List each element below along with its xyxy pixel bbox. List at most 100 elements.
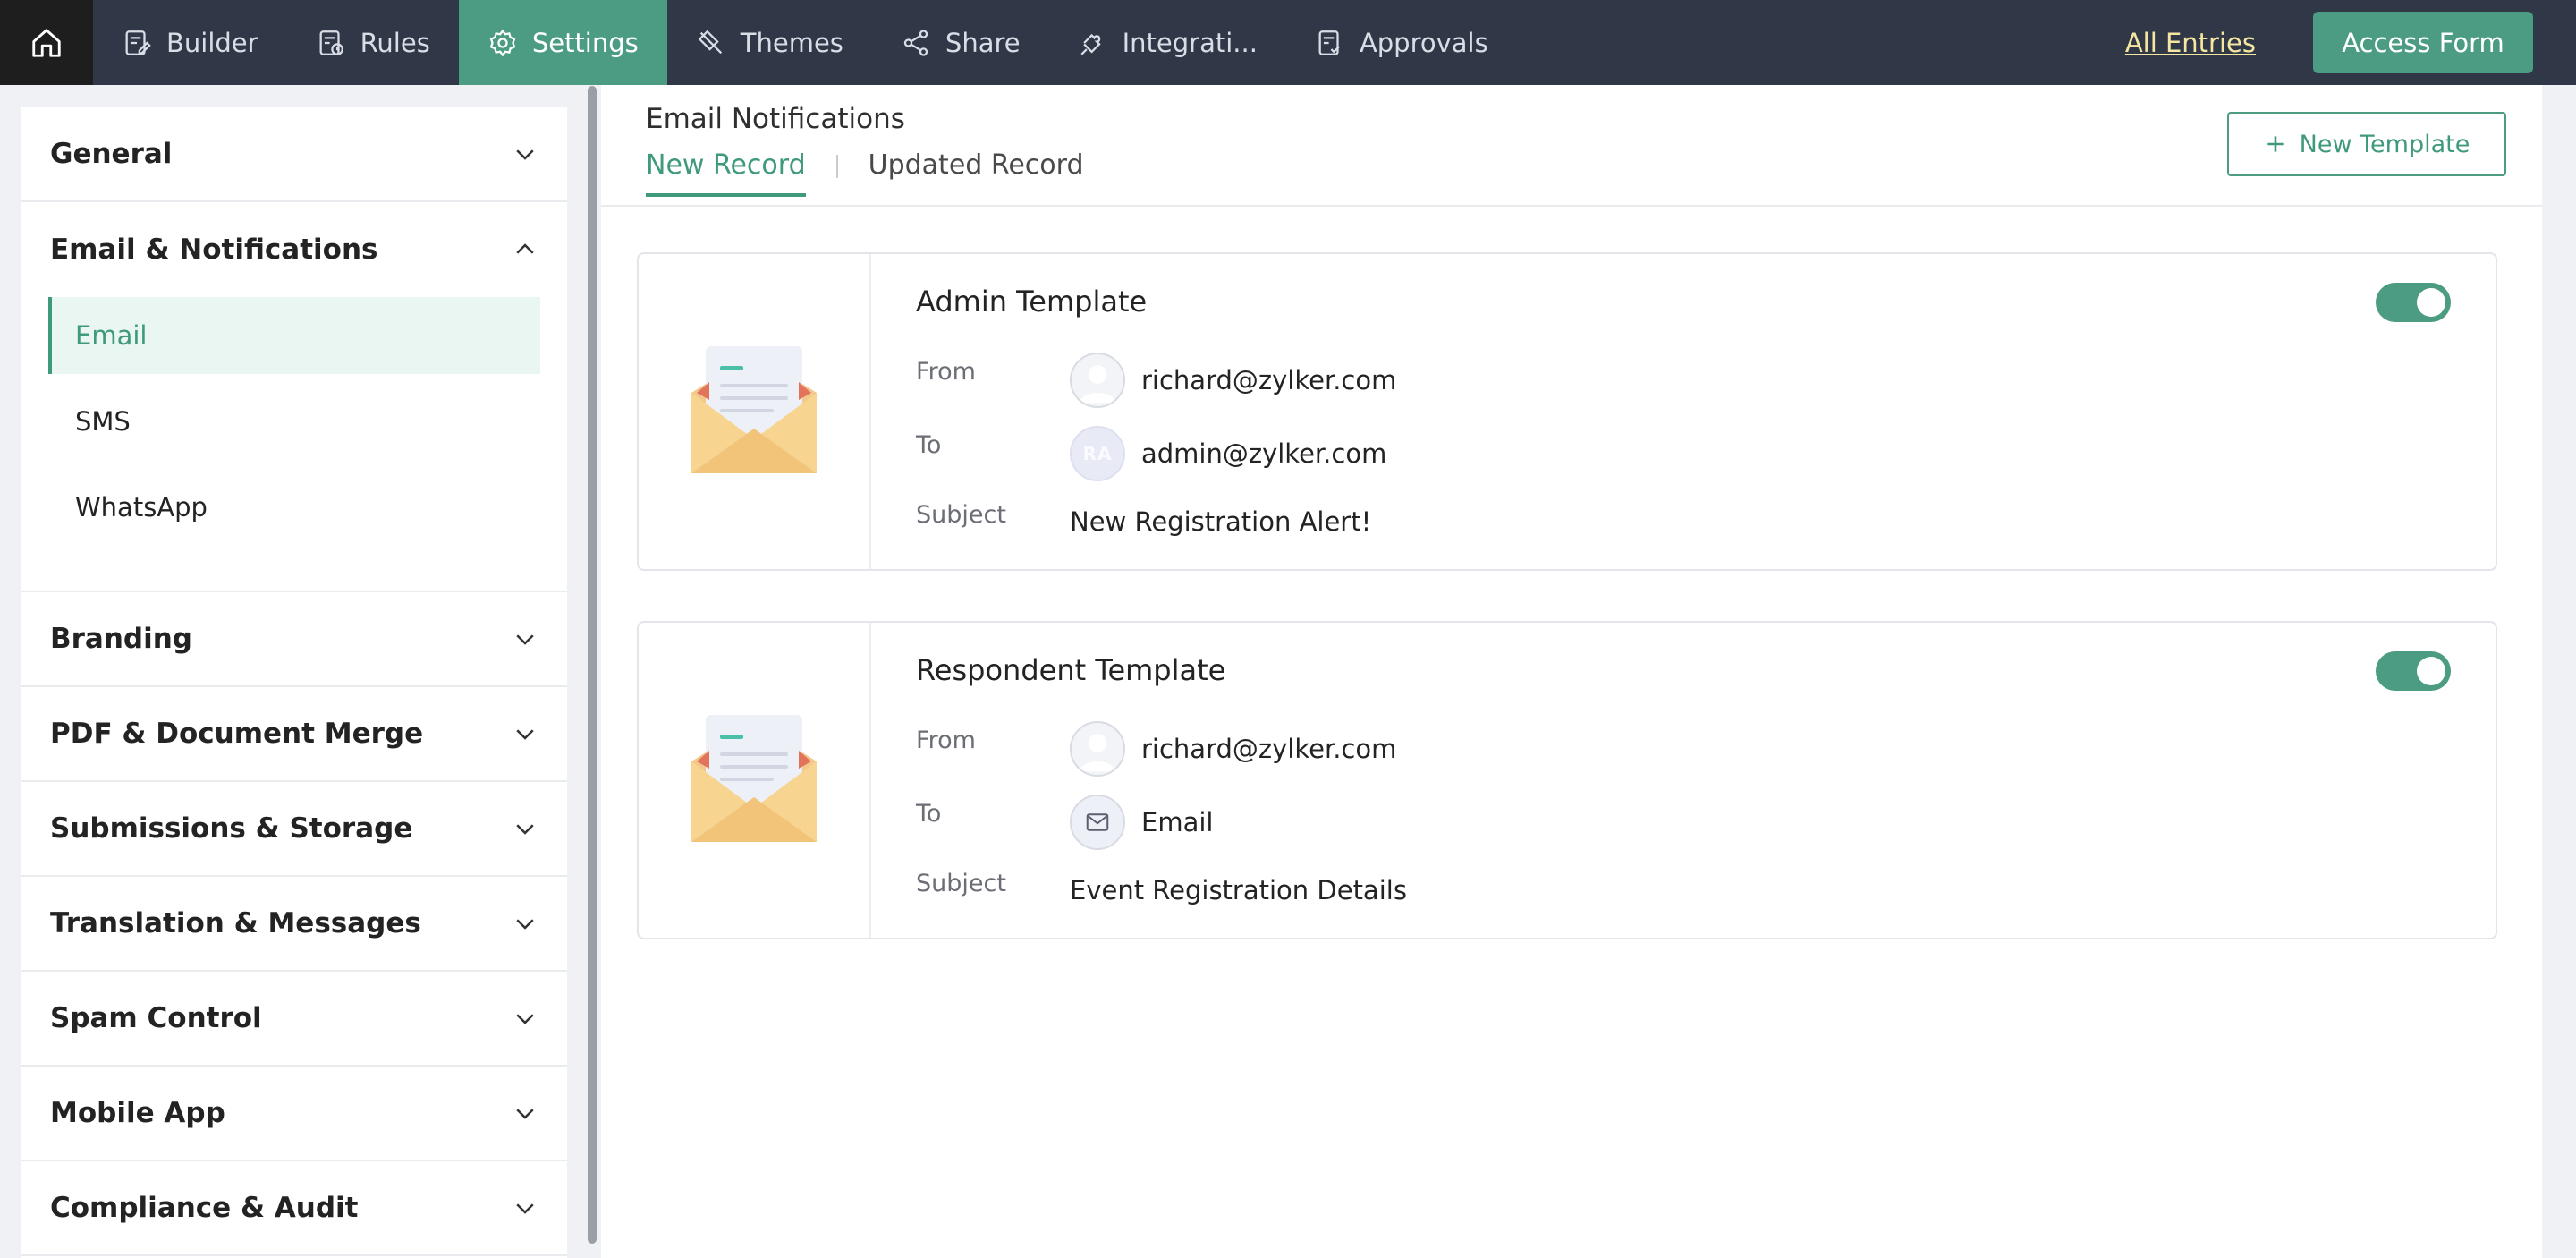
sender-avatar: [1070, 353, 1125, 408]
home-button[interactable]: [0, 0, 93, 85]
template-enabled-toggle[interactable]: [2376, 651, 2451, 691]
to-label: To: [916, 800, 942, 828]
puzzle-icon: [1080, 33, 1101, 55]
sidebar-item-email[interactable]: Email: [48, 297, 540, 374]
chevron-down-icon: [516, 634, 534, 645]
section-label: PDF & Document Merge: [50, 718, 424, 750]
subject-label: Subject: [916, 870, 1006, 897]
chevron-down-icon: [516, 1203, 534, 1214]
recipient-field-avatar: [1070, 795, 1125, 850]
share-icon: [903, 29, 928, 56]
to-value: admin@zylker.com: [1141, 438, 1387, 469]
page-title: Email Notifications: [646, 103, 905, 135]
toggle-knob: [2417, 288, 2445, 317]
section-label: Compliance & Audit: [50, 1192, 359, 1224]
main-header: Email Notifications New Record Updated R…: [601, 85, 2542, 207]
section-label: Branding: [50, 623, 192, 655]
user-placeholder-icon: [1080, 734, 1115, 772]
chevron-down-icon: [516, 1109, 534, 1119]
section-email-notifications[interactable]: Email & Notifications: [21, 202, 567, 297]
nav-tab-label: Builder: [166, 27, 258, 58]
user-placeholder-icon: [1080, 365, 1115, 404]
tab-new-record[interactable]: New Record: [646, 149, 806, 197]
rules-icon: [319, 30, 343, 55]
template-card-admin[interactable]: Admin Template From richard@zylker.com T…: [637, 252, 2497, 571]
all-entries-link[interactable]: All Entries: [2125, 28, 2256, 58]
from-label: From: [916, 727, 976, 754]
section-label: Mobile App: [50, 1097, 225, 1129]
subject-value: Event Registration Details: [1070, 875, 1407, 905]
section-label: Translation & Messages: [50, 907, 421, 939]
tab-divider: [835, 155, 838, 178]
new-template-button[interactable]: New Template: [2227, 112, 2506, 176]
record-tabs: New Record Updated Record: [646, 149, 1084, 197]
template-thumbnail: [639, 623, 871, 938]
chevron-down-icon: [516, 149, 534, 160]
section-general[interactable]: General: [21, 107, 567, 202]
section-pdf-document-merge[interactable]: PDF & Document Merge: [21, 687, 567, 782]
nav-tab-label: Share: [945, 27, 1021, 58]
envelope-letter-icon: [691, 715, 817, 842]
access-form-button[interactable]: Access Form: [2313, 12, 2533, 73]
nav-tab-label: Approvals: [1359, 27, 1488, 58]
from-value: richard@zylker.com: [1141, 365, 1397, 395]
from-value: richard@zylker.com: [1141, 734, 1397, 764]
nav-tab-label: Integrati...: [1122, 27, 1258, 58]
section-email-notifications-group: Email & Notifications Email SMS WhatsApp: [21, 202, 567, 592]
mail-icon: [1086, 813, 1109, 831]
nav-tab-label: Settings: [531, 27, 639, 58]
approvals-icon: [1318, 30, 1340, 55]
nav-tab-settings[interactable]: Settings: [458, 0, 667, 85]
recipient-initials: RA: [1082, 443, 1113, 464]
nav-tab-approvals[interactable]: Approvals: [1286, 0, 1517, 85]
home-icon: [32, 28, 61, 57]
nav-tab-themes[interactable]: Themes: [667, 0, 872, 85]
nav-tab-label: Rules: [360, 27, 430, 58]
section-compliance-audit[interactable]: Compliance & Audit: [21, 1161, 567, 1256]
chevron-down-icon: [516, 919, 534, 930]
new-template-label: New Template: [2299, 130, 2470, 158]
section-label: General: [50, 138, 173, 170]
section-branding[interactable]: Branding: [21, 592, 567, 687]
template-enabled-toggle[interactable]: [2376, 283, 2451, 322]
template-title: Admin Template: [916, 285, 1148, 319]
section-translation-messages[interactable]: Translation & Messages: [21, 877, 567, 972]
subject-label: Subject: [916, 501, 1006, 529]
nav-tab-integrations[interactable]: Integrati...: [1049, 0, 1286, 85]
toggle-knob: [2417, 657, 2445, 685]
builder-icon: [125, 30, 151, 55]
nav-tab-rules[interactable]: Rules: [287, 0, 459, 85]
nav-tab-share[interactable]: Share: [872, 0, 1049, 85]
to-value: Email: [1141, 807, 1214, 837]
from-label: From: [916, 358, 976, 386]
settings-sidebar: General Email & Notifications Email SMS …: [21, 107, 567, 1258]
section-label: Submissions & Storage: [50, 812, 413, 845]
subject-value: New Registration Alert!: [1070, 506, 1372, 537]
chevron-down-icon: [516, 1014, 534, 1024]
chevron-down-icon: [516, 729, 534, 740]
section-spam-control[interactable]: Spam Control: [21, 972, 567, 1067]
tab-updated-record[interactable]: Updated Record: [869, 149, 1084, 193]
section-mobile-app[interactable]: Mobile App: [21, 1067, 567, 1161]
top-nav-bar: Builder Rules Settings Themes Share Inte…: [0, 0, 2576, 85]
gear-icon: [489, 29, 516, 56]
chevron-down-icon: [516, 824, 534, 835]
nav-tab-builder[interactable]: Builder: [93, 0, 287, 85]
sender-avatar: [1070, 721, 1125, 777]
recipient-avatar: RA: [1070, 426, 1125, 481]
sidebar-scrollbar[interactable]: [588, 86, 597, 1244]
chevron-up-icon: [516, 243, 534, 254]
envelope-letter-icon: [691, 346, 817, 473]
template-card-respondent[interactable]: Respondent Template From richard@zylker.…: [637, 621, 2497, 939]
template-thumbnail: [639, 254, 871, 569]
section-submissions-storage[interactable]: Submissions & Storage: [21, 782, 567, 877]
sidebar-item-sms[interactable]: SMS: [48, 383, 540, 460]
to-label: To: [916, 431, 942, 459]
sidebar-item-whatsapp[interactable]: WhatsApp: [48, 469, 540, 546]
main-panel: Email Notifications New Record Updated R…: [601, 85, 2542, 1258]
nav-tab-label: Themes: [740, 27, 843, 58]
plus-icon: [2267, 136, 2284, 152]
template-title: Respondent Template: [916, 653, 1226, 687]
section-label: Email & Notifications: [50, 234, 378, 266]
